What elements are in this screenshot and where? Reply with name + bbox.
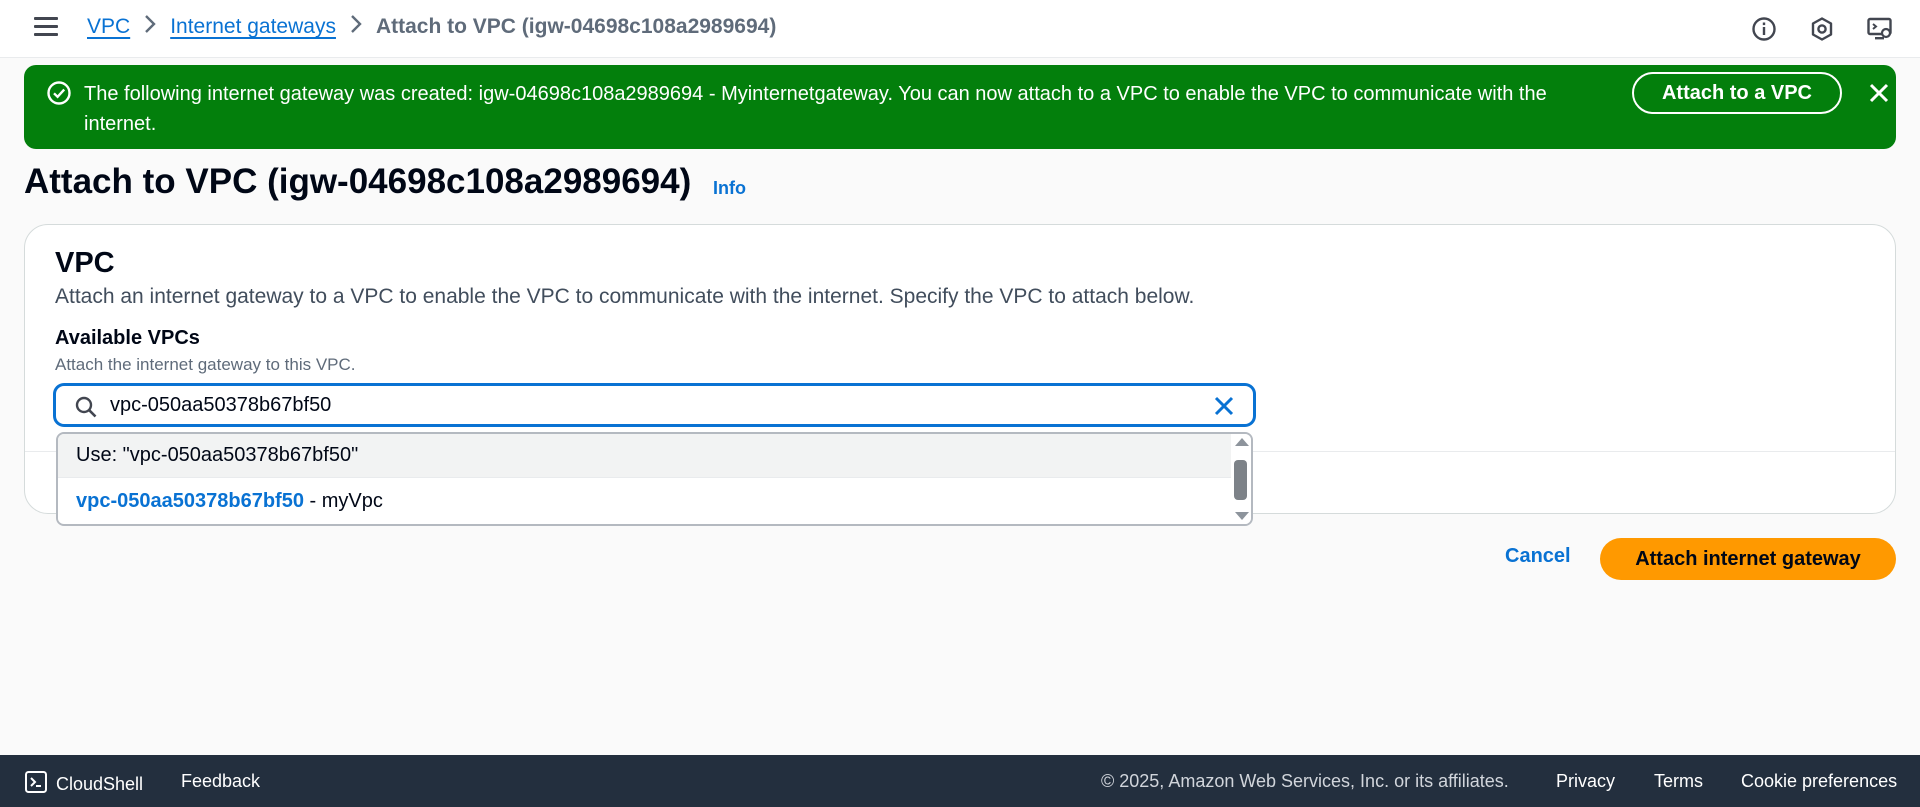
- section-description: Attach an internet gateway to a VPC to e…: [55, 285, 1195, 308]
- page-title: Attach to VPC (igw-04698c108a2989694): [24, 162, 692, 201]
- menu-icon[interactable]: [34, 17, 58, 37]
- terms-link[interactable]: Terms: [1654, 771, 1703, 792]
- close-icon[interactable]: [1867, 81, 1891, 105]
- info-icon[interactable]: [1748, 13, 1780, 45]
- dropdown-vpc-name: - myVpc: [303, 489, 383, 512]
- breadcrumb: VPC Internet gateways Attach to VPC (igw…: [87, 14, 776, 40]
- attach-to-vpc-button[interactable]: Attach to a VPC: [1632, 72, 1842, 114]
- chevron-right-icon: [144, 14, 156, 40]
- cancel-button[interactable]: Cancel: [1505, 545, 1571, 568]
- dropdown-use-option[interactable]: Use: "vpc-050aa50378b67bf50": [58, 434, 1233, 478]
- chevron-right-icon: [350, 14, 362, 40]
- breadcrumb-link-vpc[interactable]: VPC: [87, 15, 130, 39]
- section-title: VPC: [55, 247, 115, 279]
- flash-message: The following internet gateway was creat…: [84, 83, 1547, 135]
- scroll-up-arrow-icon[interactable]: [1235, 438, 1249, 446]
- field-label: Available VPCs: [55, 327, 200, 349]
- cookie-preferences-link[interactable]: Cookie preferences: [1741, 771, 1897, 792]
- top-icon-group: [1748, 13, 1896, 45]
- copyright-text: © 2025, Amazon Web Services, Inc. or its…: [1101, 771, 1509, 791]
- vpc-search-field[interactable]: [54, 384, 1255, 426]
- notifications-icon[interactable]: [1806, 13, 1838, 45]
- privacy-link[interactable]: Privacy: [1556, 771, 1615, 792]
- scrollbar-thumb[interactable]: [1234, 460, 1247, 500]
- success-flash-banner: The following internet gateway was creat…: [24, 65, 1896, 149]
- clear-icon[interactable]: [1213, 395, 1235, 422]
- cloudshell-label: CloudShell: [56, 774, 144, 794]
- dropdown-scrollbar[interactable]: [1231, 434, 1251, 524]
- dropdown-vpc-id: vpc-050aa50378b67bf50: [76, 489, 304, 512]
- vpc-search-input[interactable]: [110, 392, 1160, 418]
- vpc-dropdown-list: Use: "vpc-050aa50378b67bf50" vpc-050aa50…: [56, 432, 1253, 526]
- breadcrumb-link-internet-gateways[interactable]: Internet gateways: [170, 15, 336, 39]
- cloudshell-button[interactable]: CloudShell: [24, 770, 143, 799]
- footer: CloudShell Feedback © 2025, Amazon Web S…: [0, 755, 1920, 807]
- field-description: Attach the internet gateway to this VPC.: [55, 355, 356, 374]
- top-navigation-bar: VPC Internet gateways Attach to VPC (igw…: [0, 0, 1920, 58]
- dropdown-vpc-option[interactable]: vpc-050aa50378b67bf50 - myVpc: [58, 479, 1233, 523]
- attach-internet-gateway-button[interactable]: Attach internet gateway: [1600, 538, 1896, 580]
- search-icon: [74, 395, 98, 424]
- info-link[interactable]: Info: [713, 178, 746, 199]
- settings-icon[interactable]: [1864, 13, 1896, 45]
- check-circle-icon: [46, 80, 72, 111]
- breadcrumb-current-page: Attach to VPC (igw-04698c108a2989694): [375, 15, 777, 38]
- terminal-icon: [24, 770, 48, 799]
- feedback-link[interactable]: Feedback: [181, 771, 260, 792]
- scroll-down-arrow-icon[interactable]: [1235, 512, 1249, 520]
